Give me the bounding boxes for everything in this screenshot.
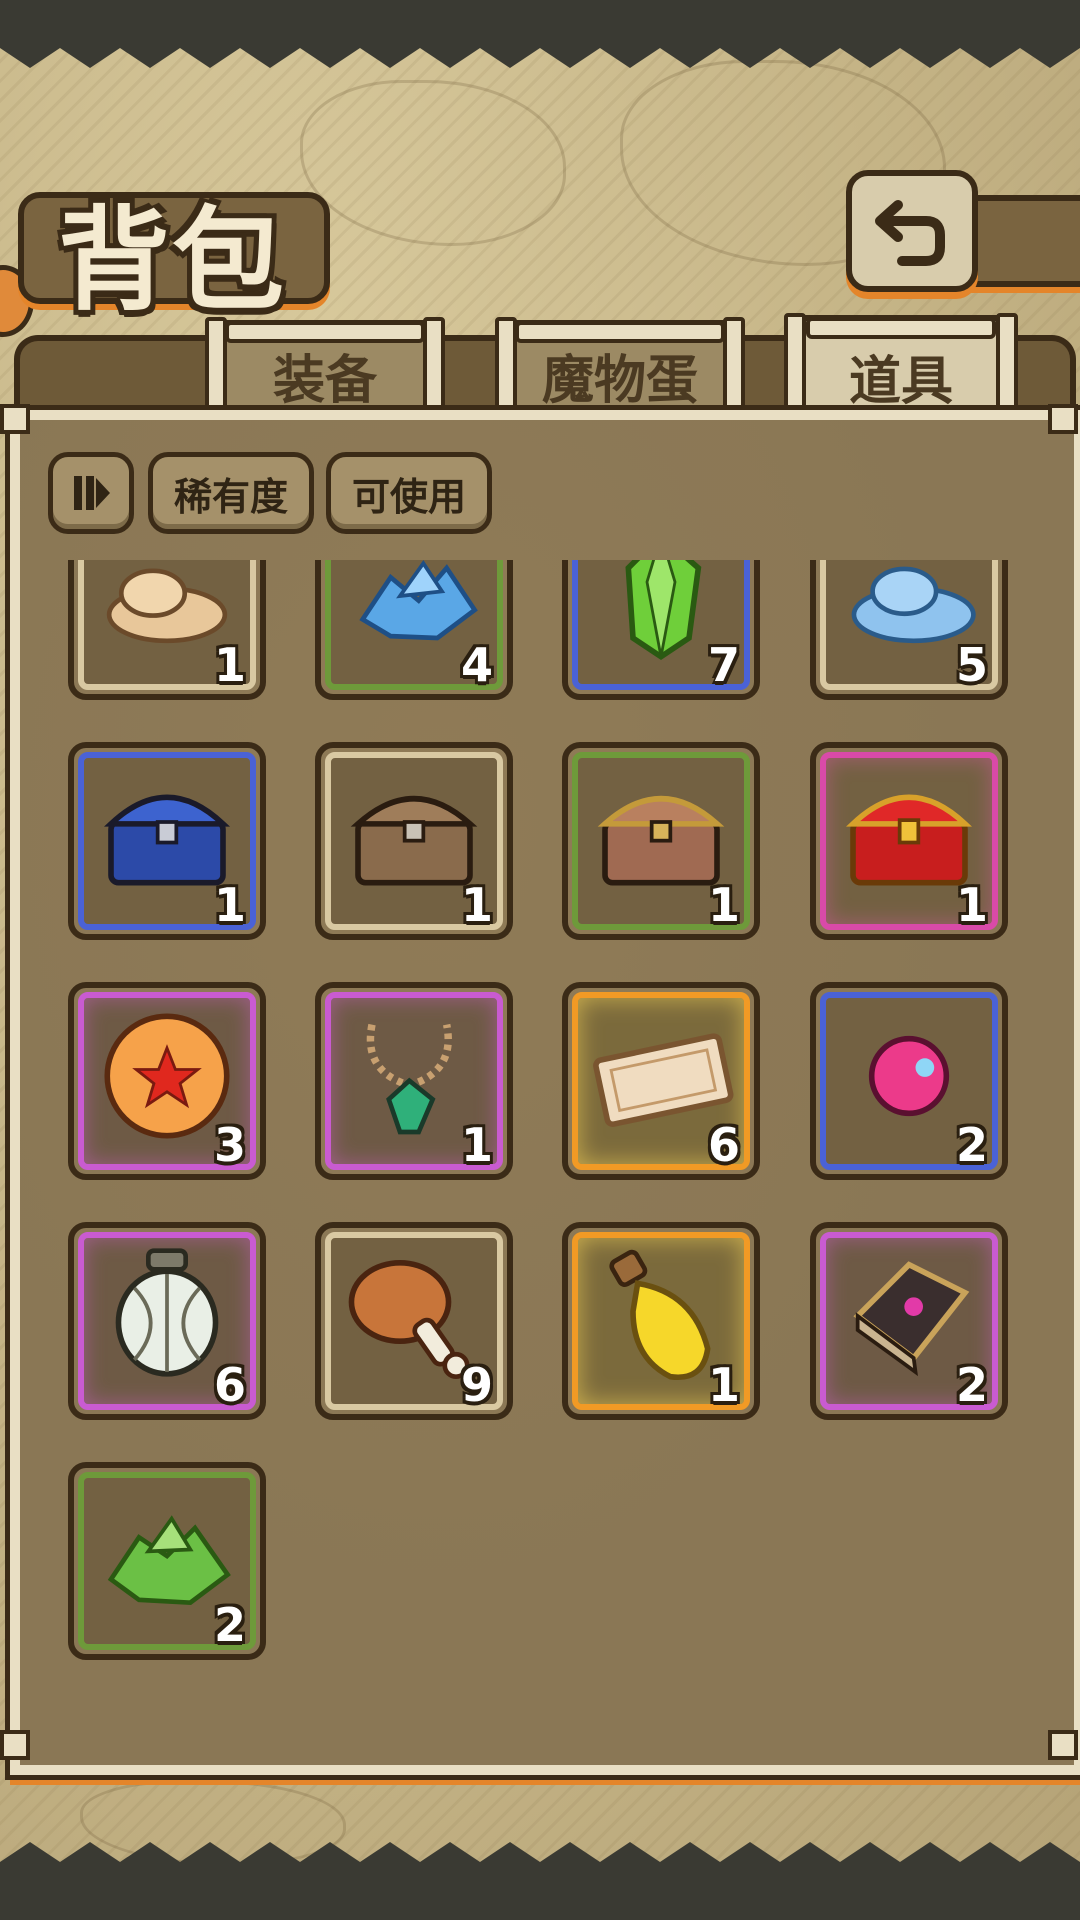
item-slot[interactable]: 1 <box>68 742 266 940</box>
usable-filter-button[interactable]: 可使用 <box>326 452 492 534</box>
item-slot[interactable]: 6 <box>562 982 760 1180</box>
tab-label: 道具 <box>848 351 953 412</box>
item-count: 2 <box>955 1358 988 1412</box>
item-slot[interactable]: 1 <box>810 742 1008 940</box>
panel-corner <box>1048 1730 1078 1760</box>
top-zigzag <box>0 38 1080 68</box>
item-count: 2 <box>955 1118 988 1172</box>
return-icon <box>875 200 945 266</box>
item-count: 6 <box>213 1358 246 1412</box>
tab-post <box>423 317 445 425</box>
item-count: 7 <box>707 638 740 692</box>
sort-toggle-button[interactable] <box>48 452 134 534</box>
item-count: 9 <box>460 1358 493 1412</box>
item-slot[interactable]: 2 <box>810 1222 1008 1420</box>
item-count: 1 <box>707 878 740 932</box>
item-slot[interactable]: 2 <box>68 1462 266 1660</box>
panel-corner <box>1048 404 1078 434</box>
tab-rail <box>806 317 996 339</box>
item-slot[interactable]: 3 <box>68 982 266 1180</box>
item-slot[interactable]: 5 <box>810 560 1008 700</box>
item-count: 1 <box>460 1118 493 1172</box>
item-slot[interactable]: 7 <box>562 560 760 700</box>
page-title: 背包 <box>58 196 286 326</box>
tab-rail <box>515 321 725 343</box>
item-count: 1 <box>213 878 246 932</box>
item-slot[interactable]: 1 <box>68 560 266 700</box>
tab-label: 魔物蛋 <box>541 350 698 411</box>
item-slot[interactable]: 1 <box>562 742 760 940</box>
item-slot[interactable]: 1 <box>315 982 513 1180</box>
item-count: 1 <box>707 1358 740 1412</box>
item-count: 4 <box>460 638 493 692</box>
panel-corner <box>0 404 30 434</box>
item-slot[interactable]: 9 <box>315 1222 513 1420</box>
rarity-filter-label: 稀有度 <box>173 474 288 519</box>
panel-corner <box>0 1730 30 1760</box>
tab-post <box>723 317 745 425</box>
rarity-filter-button[interactable]: 稀有度 <box>148 452 314 534</box>
back-rail <box>960 195 1080 287</box>
item-slot[interactable]: 2 <box>810 982 1008 1180</box>
item-slot[interactable]: 4 <box>315 560 513 700</box>
item-grid[interactable]: 14751111316269122 <box>40 560 1040 1720</box>
tab-post <box>495 317 517 425</box>
tab-post <box>205 317 227 425</box>
sort-toggle-icon <box>74 476 110 510</box>
tab-rail <box>225 321 425 343</box>
bottom-border <box>0 1870 1080 1920</box>
item-slot[interactable]: 6 <box>68 1222 266 1420</box>
bottom-zigzag <box>0 1842 1080 1872</box>
tab-label: 装备 <box>272 350 377 411</box>
item-count: 5 <box>955 638 988 692</box>
item-count: 3 <box>213 1118 246 1172</box>
item-slot[interactable]: 1 <box>315 742 513 940</box>
item-count: 2 <box>213 1598 246 1652</box>
item-count: 1 <box>213 638 246 692</box>
item-slot[interactable]: 1 <box>562 1222 760 1420</box>
usable-filter-label: 可使用 <box>351 474 466 519</box>
item-count: 1 <box>460 878 493 932</box>
item-count: 1 <box>955 878 988 932</box>
top-border <box>0 0 1080 40</box>
item-count: 6 <box>707 1118 740 1172</box>
back-button[interactable] <box>846 170 978 292</box>
